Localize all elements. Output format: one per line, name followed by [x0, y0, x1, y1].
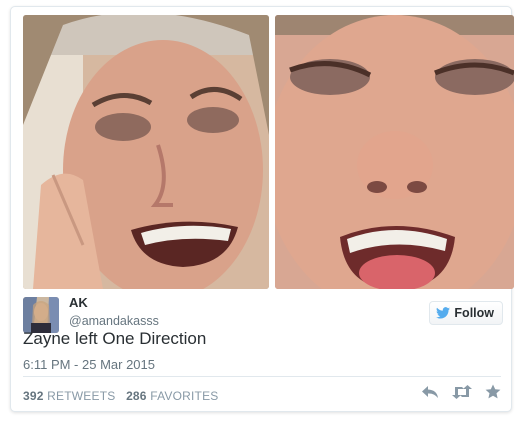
retweets-label[interactable]: RETWEETS — [47, 389, 115, 403]
avatar[interactable] — [23, 297, 59, 333]
follow-label: Follow — [454, 306, 494, 320]
divider — [23, 376, 501, 377]
bird-icon — [436, 307, 451, 319]
tweet-author: AK @amandakasss Follow — [23, 294, 503, 334]
star-icon[interactable] — [485, 384, 501, 404]
crying-face-photo-left — [23, 15, 269, 289]
retweet-icon[interactable] — [451, 384, 473, 404]
tweet-text: Zayne left One Direction — [23, 329, 207, 348]
avatar-image — [23, 297, 59, 333]
tweet-timestamp[interactable]: 6:11 PM - 25 Mar 2015 — [23, 357, 155, 372]
tweet-actions — [421, 384, 501, 404]
follow-button[interactable]: Follow — [429, 301, 503, 325]
favorites-label[interactable]: FAVORITES — [150, 389, 218, 403]
tweet-card: AK @amandakasss Follow Zayne left One Di… — [10, 6, 514, 412]
author-name[interactable]: AK — [69, 295, 88, 310]
crying-face-photo-right — [275, 15, 514, 289]
favorites-count[interactable]: 286 — [126, 389, 147, 403]
retweets-count[interactable]: 392 — [23, 389, 44, 403]
tweet-stats: 392 RETWEETS 286 FAVORITES — [23, 389, 219, 403]
tweet-photo-right[interactable] — [275, 15, 514, 289]
reply-icon[interactable] — [421, 385, 439, 404]
tweet-photo-left[interactable] — [23, 15, 269, 289]
author-handle[interactable]: @amandakasss — [69, 314, 159, 328]
